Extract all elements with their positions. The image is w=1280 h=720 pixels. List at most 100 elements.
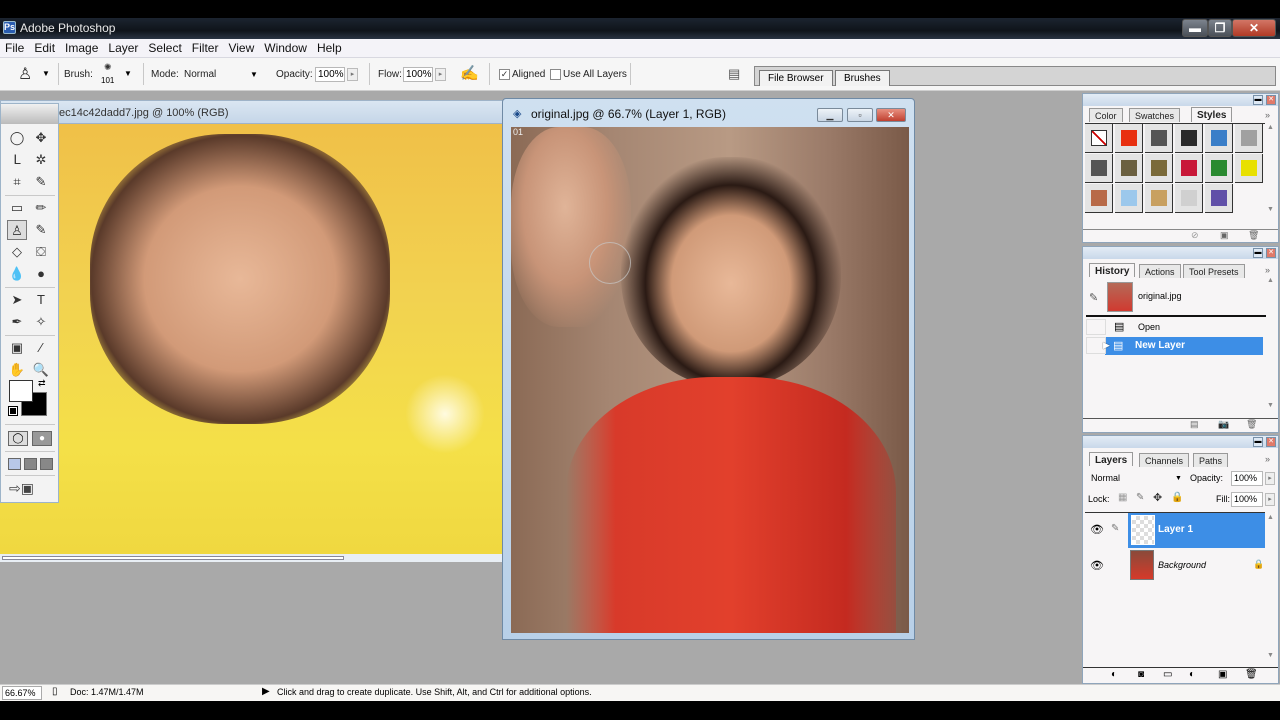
adjustment-layer-icon[interactable]: ◐ [1189, 669, 1195, 680]
brush-preview-icon[interactable]: ✺ [104, 62, 112, 73]
slice-icon[interactable]: ✎ [31, 172, 51, 192]
pen-icon[interactable]: ✒ [7, 312, 27, 332]
dodge-icon[interactable]: ● [31, 264, 51, 284]
layer-name[interactable]: Background [1158, 560, 1206, 570]
healing-brush-icon[interactable]: ▭ [7, 198, 27, 218]
menu-image[interactable]: Image [60, 39, 103, 55]
menu-file[interactable]: File [0, 39, 29, 55]
flow-input[interactable]: 100% [403, 67, 433, 82]
eye-icon[interactable]: 👁 [1087, 523, 1107, 537]
style-swatch[interactable] [1145, 184, 1173, 213]
scrollbar-thumb[interactable] [2, 556, 344, 560]
eye-icon[interactable]: 👁 [1087, 559, 1107, 573]
history-brush-source-icon[interactable]: ✎ [1089, 291, 1098, 304]
full-screen-mode-icon[interactable] [40, 458, 53, 470]
palette-minimize-button[interactable]: ▬ [1253, 95, 1263, 105]
full-screen-menu-mode-icon[interactable] [24, 458, 37, 470]
maximize-button[interactable]: ❐ [1208, 19, 1232, 37]
tab-styles[interactable]: Styles [1191, 107, 1233, 122]
fill-input[interactable]: 100% [1231, 492, 1263, 507]
type-icon[interactable]: T [31, 290, 51, 310]
close-button[interactable]: ✕ [1232, 19, 1276, 37]
palette-menu-icon[interactable]: » [1265, 265, 1270, 275]
layer-opacity-slider-button[interactable]: ▸ [1265, 472, 1275, 485]
new-layer-icon[interactable]: ▣ [1218, 669, 1227, 680]
flow-slider-button[interactable]: ▸ [435, 68, 446, 81]
style-swatch[interactable] [1235, 154, 1263, 183]
status-menu-arrow-icon[interactable]: ▶ [262, 686, 270, 697]
vertical-scrollbar[interactable]: ▲ ▼ [1267, 124, 1277, 216]
quick-mask-mode-icon[interactable]: ● [32, 431, 52, 446]
eyedropper-icon[interactable]: ⁄ [31, 338, 51, 358]
document-title-bar[interactable]: ec14c42dadd7.jpg @ 100% (RGB) [0, 100, 505, 124]
layer-name[interactable]: Layer 1 [1158, 524, 1193, 535]
palette-well-icon[interactable]: ▤ [728, 66, 740, 82]
zoom-icon[interactable]: 🔍 [31, 360, 51, 380]
crop-icon[interactable]: ⌗ [7, 172, 27, 192]
vertical-scrollbar[interactable]: ▲ ▼ [1267, 514, 1277, 664]
blend-mode-select[interactable]: Normal ▼ [1087, 472, 1182, 486]
menu-filter[interactable]: Filter [187, 39, 224, 55]
paint-bucket-icon[interactable]: ⛋ [31, 242, 51, 262]
magic-wand-icon[interactable]: ✲ [31, 150, 51, 170]
marquee-icon[interactable]: ◯ [7, 128, 27, 148]
palette-header[interactable]: ▬ ✕ [1083, 94, 1278, 106]
menu-view[interactable]: View [223, 39, 259, 55]
menu-edit[interactable]: Edit [29, 39, 60, 55]
tab-paths[interactable]: Paths [1193, 453, 1229, 467]
new-snapshot-icon[interactable]: 📷 [1218, 419, 1229, 430]
history-item-selected[interactable]: ▤ New Layer [1105, 337, 1263, 355]
style-swatch[interactable] [1175, 184, 1203, 213]
style-swatch[interactable] [1115, 124, 1143, 153]
foreground-color-swatch-top[interactable] [9, 380, 33, 402]
palette-header[interactable]: ▬ ✕ [1083, 436, 1278, 448]
airbrush-icon[interactable]: ✍ [460, 64, 479, 82]
aligned-checkbox[interactable]: ✓ [499, 69, 510, 80]
layer-selected-highlight[interactable]: Layer 1 [1128, 513, 1265, 548]
style-swatch[interactable] [1085, 124, 1113, 153]
palette-minimize-button[interactable]: ▬ [1253, 437, 1263, 447]
brush-link-icon[interactable]: ✎ [1111, 523, 1119, 534]
tab-brushes[interactable]: Brushes [835, 70, 890, 86]
doc-close-button[interactable]: ✕ [876, 108, 906, 122]
menu-layer[interactable]: Layer [103, 39, 143, 55]
snapshot-thumbnail[interactable] [1107, 282, 1133, 312]
layer-style-icon[interactable]: ◐ [1111, 669, 1117, 680]
style-swatch[interactable] [1175, 124, 1203, 153]
scroll-up-icon[interactable]: ▲ [1267, 277, 1274, 284]
document-canvas[interactable]: 01 [511, 127, 909, 633]
lock-all-icon[interactable]: 🔒 [1171, 492, 1183, 503]
tab-file-browser[interactable]: File Browser [759, 70, 833, 86]
default-colors-icon[interactable] [8, 406, 18, 416]
opacity-input[interactable]: 100% [315, 67, 345, 82]
menu-help[interactable]: Help [312, 39, 347, 55]
fill-slider-button[interactable]: ▸ [1265, 493, 1275, 506]
scroll-up-icon[interactable]: ▲ [1267, 514, 1274, 521]
style-swatch[interactable] [1205, 184, 1233, 213]
opacity-slider-button[interactable]: ▸ [347, 68, 358, 81]
delete-style-icon[interactable]: 🗑 [1248, 230, 1259, 241]
new-style-icon[interactable]: ▣ [1220, 230, 1229, 241]
scroll-down-icon[interactable]: ▼ [1267, 402, 1274, 409]
layer-opacity-input[interactable]: 100% [1231, 471, 1263, 486]
menu-select[interactable]: Select [143, 39, 186, 55]
palette-close-button[interactable]: ✕ [1266, 248, 1276, 258]
tool-preset-dropdown[interactable]: ▼ [42, 69, 50, 78]
tab-tool-presets[interactable]: Tool Presets [1183, 264, 1245, 278]
layer-row[interactable]: 👁 ✎ Layer 1 [1085, 513, 1265, 548]
lasso-icon[interactable]: ᒪ [7, 150, 27, 170]
eraser-icon[interactable]: ◇ [7, 242, 27, 262]
pencil-icon[interactable]: ✏ [31, 198, 51, 218]
style-swatch[interactable] [1115, 184, 1143, 213]
palette-close-button[interactable]: ✕ [1266, 437, 1276, 447]
clear-style-icon[interactable]: ⊘ [1191, 230, 1199, 241]
jump-to-imageready-icon[interactable]: ⇨▣ [9, 480, 34, 497]
tab-color[interactable]: Color [1089, 108, 1123, 122]
palette-close-button[interactable]: ✕ [1266, 95, 1276, 105]
history-checkbox[interactable] [1086, 319, 1106, 335]
custom-shape-icon[interactable]: ✧ [31, 312, 51, 332]
style-swatch[interactable] [1205, 124, 1233, 153]
tab-history[interactable]: History [1089, 263, 1136, 277]
move-icon[interactable]: ✥ [31, 128, 51, 148]
standard-mode-icon[interactable]: ◯ [8, 431, 28, 446]
